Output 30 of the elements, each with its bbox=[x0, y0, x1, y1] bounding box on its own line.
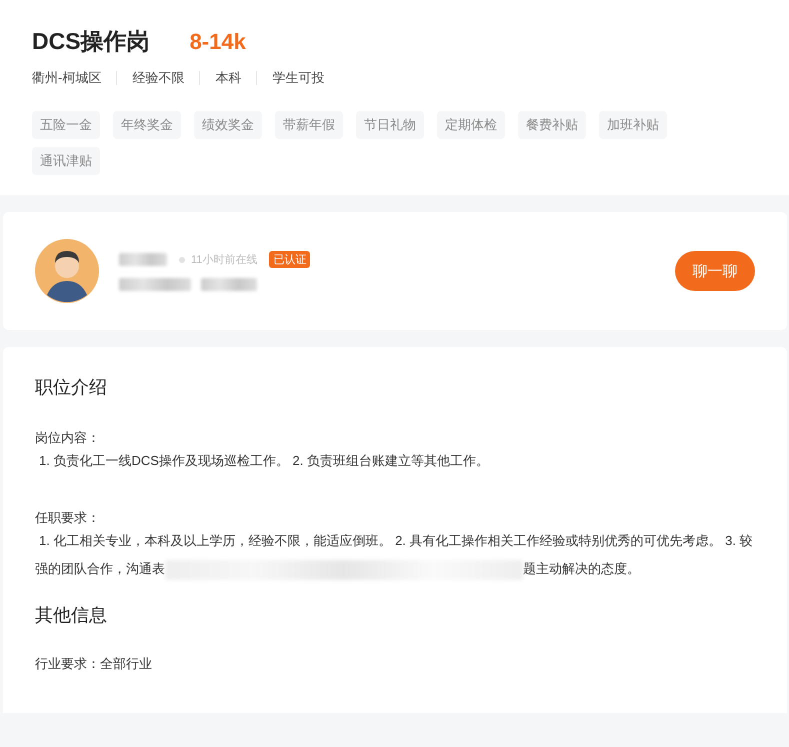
status-dot bbox=[179, 256, 185, 262]
benefit-tag: 通讯津贴 bbox=[32, 147, 100, 175]
benefit-tag: 绩效奖金 bbox=[194, 111, 262, 139]
requirements-text: 1. 化工相关专业，本科及以上学历，经验不限，能适应倒班。 2. 具有化工操作相关工作经验或特别优秀的可优先考虑。 3. 较强的团队合作，沟通表 题主动解决的态度。 bbox=[35, 527, 755, 583]
online-status: 11小时前在线 bbox=[191, 253, 258, 267]
field-label: 任职要求： bbox=[35, 509, 101, 527]
redaction-mark bbox=[119, 278, 191, 291]
benefit-tag: 节日礼物 bbox=[356, 111, 424, 139]
job-title: DCS操作岗 bbox=[32, 27, 150, 56]
section-heading: 其他信息 bbox=[35, 604, 108, 627]
redaction-mark bbox=[201, 278, 257, 291]
job-attribute: 经验不限 bbox=[116, 71, 200, 85]
benefit-tag: 带薪年假 bbox=[275, 111, 343, 139]
job-attribute: 本科 bbox=[199, 71, 256, 85]
duties-text: 1. 负责化工一线DCS操作及现场巡检工作。 2. 负责班组台账建立等其他工作。 bbox=[38, 452, 490, 470]
verified-badge: 已认证 bbox=[269, 251, 310, 268]
benefit-tag: 餐费补贴 bbox=[518, 111, 586, 139]
chat-button[interactable]: 聊一聊 bbox=[675, 251, 755, 291]
salary: 8-14k bbox=[190, 29, 246, 55]
benefit-tag: 五险一金 bbox=[32, 111, 100, 139]
avatar bbox=[35, 239, 99, 303]
industry-text: 行业要求：全部行业 bbox=[35, 655, 153, 673]
redaction-mark bbox=[119, 253, 167, 266]
job-attribute: 学生可投 bbox=[256, 71, 340, 85]
field-label: 岗位内容： bbox=[35, 429, 101, 447]
benefit-tag: 加班补贴 bbox=[599, 111, 667, 139]
section-heading: 职位介绍 bbox=[35, 376, 108, 399]
job-attribute: 衢州-柯城区 bbox=[32, 71, 102, 85]
benefit-tag: 年终奖金 bbox=[113, 111, 181, 139]
benefit-tag: 定期体检 bbox=[437, 111, 505, 139]
